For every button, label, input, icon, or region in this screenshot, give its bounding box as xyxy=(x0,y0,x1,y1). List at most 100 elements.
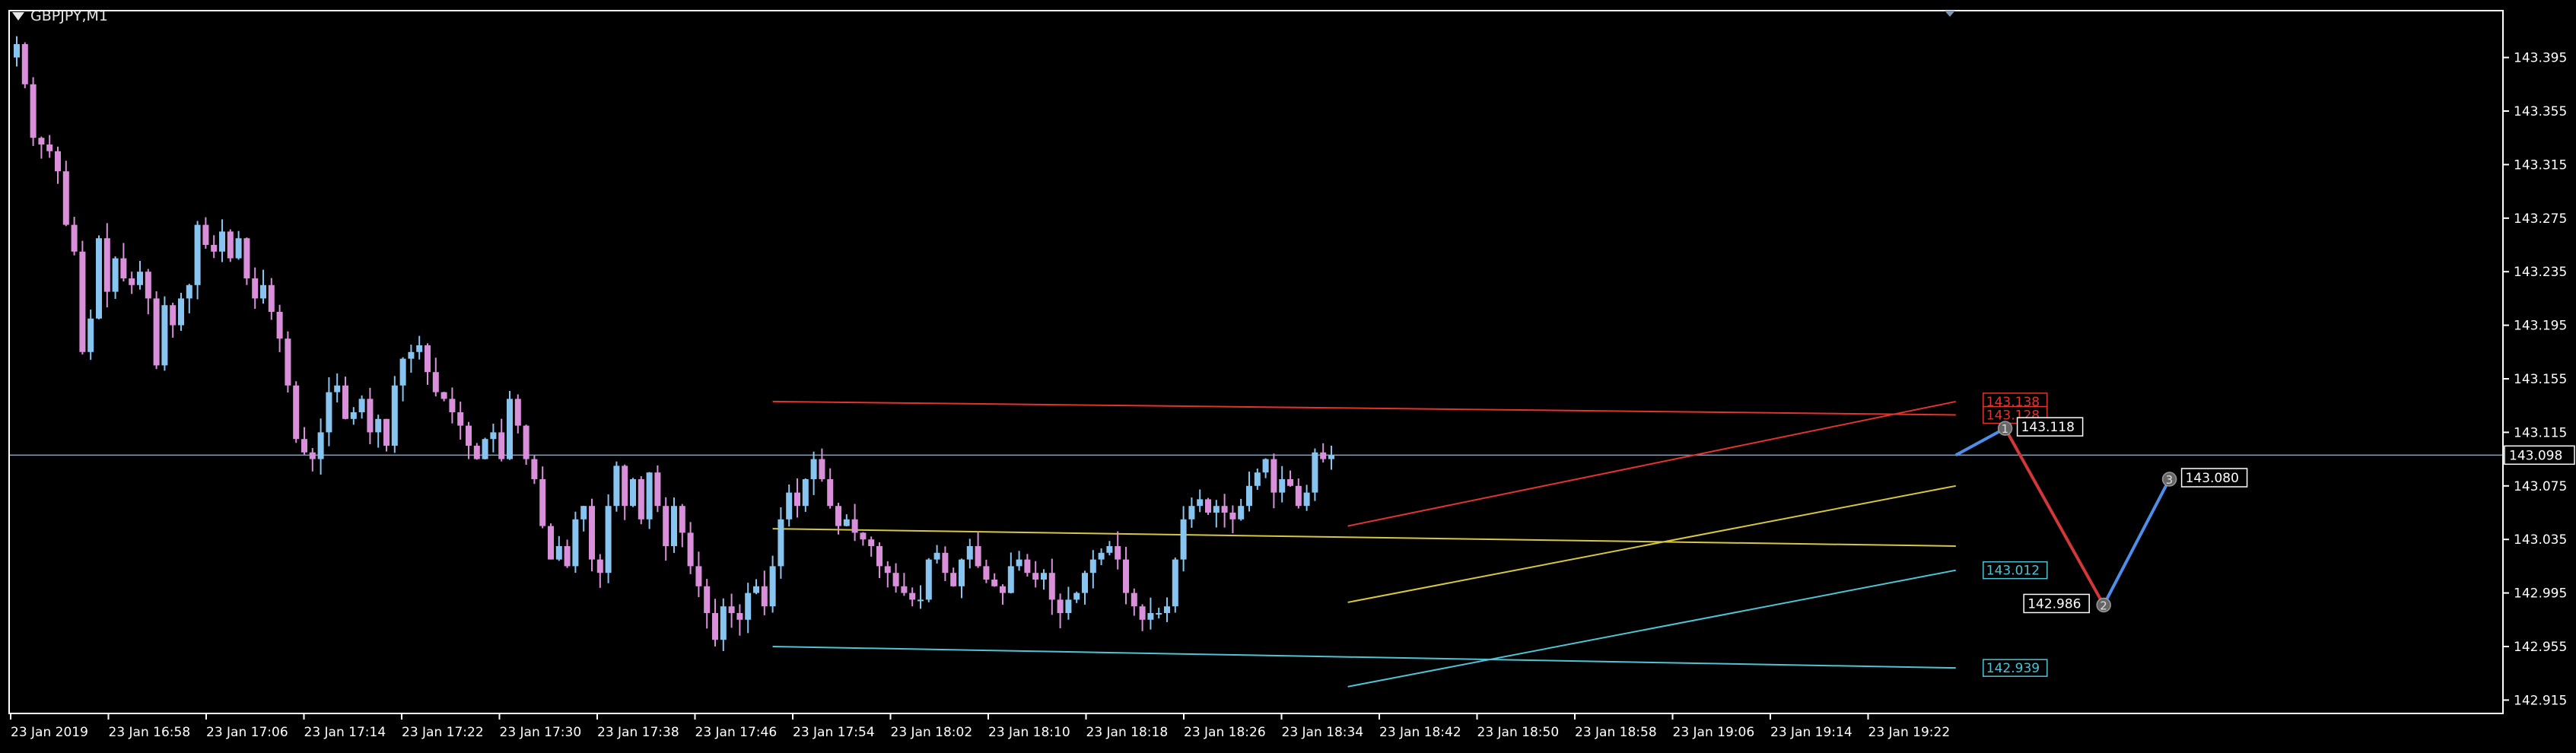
candle-body xyxy=(1065,599,1072,613)
candle-body xyxy=(1229,513,1236,519)
candle-body xyxy=(802,479,809,507)
candle-body xyxy=(482,439,488,459)
candle-body xyxy=(268,284,275,312)
candle-body xyxy=(145,272,151,299)
candle-body xyxy=(572,519,579,567)
candle-body xyxy=(425,345,431,373)
trend-line-cyan_channel[interactable] xyxy=(1347,569,1956,688)
x-tick-label: 23 Jan 17:38 xyxy=(597,725,679,740)
candle-body xyxy=(46,145,53,151)
x-tick-label: 23 Jan 17:06 xyxy=(206,725,288,740)
bid-price-label: 143.098 xyxy=(2509,448,2562,463)
candle-body xyxy=(548,526,554,560)
x-tick-label: 23 Jan 17:30 xyxy=(500,725,582,740)
candle-body xyxy=(983,566,990,580)
candle-body xyxy=(1024,559,1031,573)
x-tick-label: 23 Jan 17:54 xyxy=(793,725,875,740)
candle-body xyxy=(326,392,332,433)
candlestick-chart[interactable]: 143.138143.128143.012142.9391 143.1182142… xyxy=(0,0,2576,753)
zigzag-point-number: 2 xyxy=(2100,599,2107,612)
x-tick-label: 23 Jan 18:42 xyxy=(1379,725,1461,740)
candle-body xyxy=(1320,452,1327,459)
x-tick-label: 23 Jan 17:22 xyxy=(402,725,484,740)
candle-body xyxy=(391,385,398,446)
candle-body xyxy=(1089,559,1096,573)
trend-line-red_channel_top[interactable] xyxy=(1347,400,1957,527)
candle-body xyxy=(1032,573,1039,580)
candle-body xyxy=(909,593,916,600)
candle-body xyxy=(334,385,341,392)
candle-body xyxy=(720,606,727,640)
candle-body xyxy=(1156,613,1162,615)
trend-line-red_resistance[interactable] xyxy=(772,400,1956,416)
candle-body xyxy=(235,238,242,259)
candle-body xyxy=(514,399,521,426)
candle-body xyxy=(55,151,61,172)
candle-body xyxy=(1131,593,1137,607)
candle-body xyxy=(432,372,439,392)
candle-body xyxy=(473,446,480,459)
candle-body xyxy=(350,412,357,419)
candle-body xyxy=(1271,459,1277,493)
candle-body xyxy=(868,539,875,546)
candle-body xyxy=(778,519,784,567)
candle-body xyxy=(736,613,743,620)
zigzag-value-label: 143.080 xyxy=(2186,471,2239,486)
candle-body xyxy=(243,238,250,278)
candle-body xyxy=(170,305,177,326)
candle-body xyxy=(1147,613,1154,620)
candle-body xyxy=(1221,506,1228,513)
chart-shift-marker[interactable] xyxy=(1945,11,1955,17)
candle-body xyxy=(1303,492,1310,507)
candle-body xyxy=(1254,472,1261,486)
candle-body xyxy=(605,506,612,573)
candle-body xyxy=(1139,606,1146,620)
candle-body xyxy=(860,532,867,540)
candle-body xyxy=(129,278,135,285)
candle-body xyxy=(408,351,415,359)
candle-body xyxy=(1000,586,1006,593)
candle-body xyxy=(1082,573,1088,593)
y-tick-label: 142.915 xyxy=(2514,693,2567,708)
candle-body xyxy=(1057,599,1064,613)
zigzag-segment xyxy=(1954,427,2006,457)
symbol-header[interactable]: GBPJPY,M1 xyxy=(12,8,108,24)
candle-body xyxy=(892,573,899,586)
y-tick-label: 143.075 xyxy=(2514,479,2567,494)
candle-body xyxy=(301,439,307,453)
candle-body xyxy=(227,231,234,259)
x-tick-label: 23 Jan 17:14 xyxy=(304,725,386,740)
candle-body xyxy=(1048,573,1055,600)
candle-body xyxy=(925,559,932,600)
candle-body xyxy=(1188,506,1195,519)
x-tick-label: 23 Jan 18:18 xyxy=(1086,725,1169,740)
candle-body xyxy=(794,492,800,507)
y-tick-label: 143.155 xyxy=(2514,372,2567,387)
candle-body xyxy=(1312,452,1318,493)
x-tick-label: 23 Jan 18:34 xyxy=(1282,725,1364,740)
y-tick-label: 143.035 xyxy=(2514,532,2567,548)
candle-body xyxy=(966,546,973,560)
x-tick-label: 23 Jan 17:46 xyxy=(695,725,778,740)
candle-body xyxy=(1115,546,1121,560)
zigzag-value-label: 142.986 xyxy=(2027,596,2081,612)
candle-body xyxy=(194,224,201,285)
candle-body xyxy=(87,318,94,352)
candle-body xyxy=(555,546,562,560)
candle-body xyxy=(30,84,37,138)
candle-body xyxy=(745,593,752,620)
chart-window[interactable]: 143.138 143.128 143.012 142.939 1 143.118 2 142… xyxy=(0,0,2576,753)
candle-body xyxy=(161,305,168,366)
trend-line-yellow_horizontal[interactable] xyxy=(772,528,1956,547)
candle-body xyxy=(942,552,949,573)
candle-body xyxy=(1238,506,1245,519)
candle-body xyxy=(1164,606,1170,613)
x-tick-label: 23 Jan 19:22 xyxy=(1868,725,1951,740)
candle-body xyxy=(827,479,834,507)
candle-body xyxy=(638,479,644,519)
trend-line-cyan_support[interactable] xyxy=(772,646,1956,669)
chevron-down-icon[interactable] xyxy=(12,11,24,21)
symbol-label: GBPJPY,M1 xyxy=(30,8,108,24)
candle-body xyxy=(219,231,225,252)
x-tick-label: 23 Jan 18:58 xyxy=(1575,725,1657,740)
